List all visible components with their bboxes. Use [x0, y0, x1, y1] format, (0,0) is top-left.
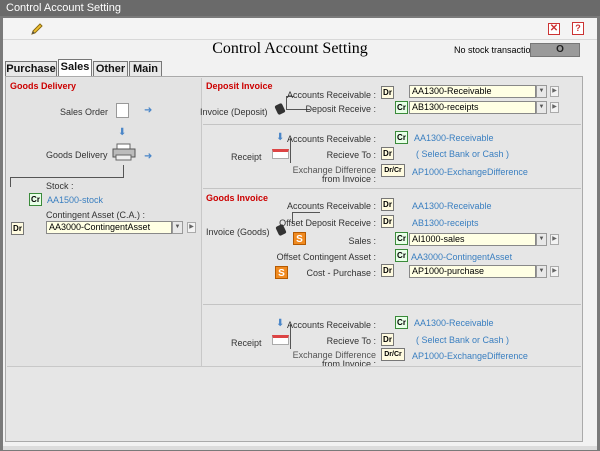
goods-receive-to-selector[interactable]: ( Select Bank or Cash ) — [416, 335, 509, 345]
tab-other[interactable]: Other — [93, 61, 128, 77]
goods-ar-dr-badge: Dr — [381, 198, 394, 211]
contingent-asset-label: Contingent Asset (C.A.) : — [46, 210, 146, 220]
deposit-receipt-ar-cr-badge: Cr — [395, 131, 408, 144]
deposit-receipt-ar-label: Accounts Receivable : — [286, 134, 376, 144]
tab-purchase[interactable]: Purchase — [5, 61, 57, 77]
sales-order-document-icon[interactable] — [116, 103, 129, 118]
receipt-card-icon[interactable] — [272, 335, 289, 345]
goods-receipt-label: Receipt — [231, 338, 262, 348]
sales-select[interactable]: AI1000-sales — [409, 233, 536, 246]
window-title: Control Account Setting — [6, 2, 121, 14]
section-divider — [203, 124, 581, 125]
no-stock-field[interactable]: O — [530, 43, 580, 57]
arrow-right-icon: ➜ — [144, 151, 153, 162]
deposit-receive-to-selector[interactable]: ( Select Bank or Cash ) — [416, 149, 509, 159]
contingent-asset-select[interactable]: AA3000-ContingentAsset — [46, 221, 172, 234]
deposit-exchange-account: AP1000-ExchangeDifference — [412, 167, 528, 177]
no-stock-label: No stock transaction — [454, 45, 536, 55]
arrow-down-icon: ⬇ — [118, 127, 127, 138]
pencil-icon[interactable] — [30, 22, 44, 36]
deposit-receipt-label: Receipt — [231, 152, 262, 162]
goods-ar-label: Accounts Receivable : — [286, 201, 376, 211]
toolbar — [3, 18, 597, 40]
s-icon[interactable]: S — [275, 266, 288, 279]
offset-contingent-label: Offset Contingent Asset : — [276, 252, 376, 262]
sales-cr-badge: Cr — [395, 232, 408, 245]
cost-purchase-select[interactable]: AP1000-purchase — [409, 265, 536, 278]
stock-cr-badge: Cr — [29, 193, 42, 206]
deposit-ar-select[interactable]: AA1300-Receivable — [409, 85, 536, 98]
connector-line — [292, 212, 320, 213]
deposit-receive-select[interactable]: AB1300-receipts — [409, 101, 536, 114]
tab-main[interactable]: Main — [129, 61, 162, 77]
goods-receive-to-label: Recieve To : — [326, 336, 376, 346]
goods-invoice-title: Goods Invoice — [206, 193, 269, 203]
chevron-down-icon[interactable]: ▼ — [536, 101, 547, 114]
section-divider — [7, 366, 581, 367]
goods-delivery-label: Goods Delivery — [46, 150, 108, 160]
arrow-right-icon: ➜ — [144, 105, 153, 116]
connector-line — [10, 177, 11, 187]
page-title: Control Account Setting — [212, 40, 368, 57]
cost-purchase-label: Cost - Purchase : — [306, 268, 376, 278]
offset-deposit-dr-badge: Dr — [381, 215, 394, 228]
chevron-down-icon[interactable]: ▼ — [536, 265, 547, 278]
deposit-ar-nav-button[interactable]: ▶ — [550, 86, 559, 97]
goods-receipt-ar-label: Accounts Receivable : — [286, 320, 376, 330]
connector-line — [123, 165, 124, 177]
deposit-invoice-title: Deposit Invoice — [206, 81, 273, 91]
invoice-deposit-label: Invoice (Deposit) — [200, 107, 268, 117]
goods-exchange-drcr-badge: Dr/Cr — [381, 348, 405, 361]
goods-delivery-title: Goods Delivery — [10, 81, 77, 91]
goods-ar-account: AA1300-Receivable — [412, 201, 492, 211]
deposit-exchange-drcr-badge: Dr/Cr — [381, 164, 405, 177]
stock-label: Stock : — [46, 181, 74, 191]
receipt-card-icon[interactable] — [272, 149, 289, 159]
deposit-receipt-ar-account: AA1300-Receivable — [414, 133, 494, 143]
cost-purchase-nav-button[interactable]: ▶ — [550, 266, 559, 277]
sales-label: Sales : — [348, 236, 376, 246]
connector-line — [10, 177, 124, 178]
window-titlebar: Control Account Setting — [0, 0, 600, 16]
close-icon[interactable]: ✕ — [548, 23, 560, 35]
stock-account: AA1500-stock — [47, 195, 104, 205]
offset-contingent-cr-badge: Cr — [395, 249, 408, 262]
sales-order-label: Sales Order — [60, 107, 109, 117]
cost-purchase-dr-badge: Dr — [381, 264, 394, 277]
deposit-receive-to-label: Recieve To : — [326, 150, 376, 160]
horizontal-scrollbar[interactable] — [3, 446, 597, 450]
section-divider — [203, 304, 581, 305]
sales-nav-button[interactable]: ▶ — [550, 234, 559, 245]
invoice-goods-label: Invoice (Goods) — [206, 227, 270, 237]
contingent-nav-button[interactable]: ▶ — [187, 222, 196, 233]
tab-sales[interactable]: Sales — [58, 59, 92, 77]
goods-receive-to-dr-badge: Dr — [381, 333, 394, 346]
goods-receipt-ar-cr-badge: Cr — [395, 316, 408, 329]
offset-contingent-account: AA3000-ContingentAsset — [411, 252, 513, 262]
chevron-down-icon[interactable]: ▼ — [172, 221, 183, 234]
deposit-receive-cr-badge: Cr — [395, 101, 408, 114]
printer-icon[interactable] — [112, 143, 136, 161]
deposit-exchange-label-2: from Invoice : — [321, 174, 376, 184]
deposit-receive-nav-button[interactable]: ▶ — [550, 102, 559, 113]
chevron-down-icon[interactable]: ▼ — [536, 85, 547, 98]
goods-exchange-label-2: from Invoice : — [321, 359, 376, 369]
section-divider — [203, 188, 581, 189]
chevron-down-icon[interactable]: ▼ — [536, 233, 547, 246]
offset-deposit-label: Offset Deposit Receive : — [279, 218, 376, 228]
contingent-dr-badge: Dr — [11, 222, 24, 235]
deposit-ar-label: Accounts Receivable : — [286, 90, 376, 100]
deposit-receive-to-dr-badge: Dr — [381, 147, 394, 160]
help-icon[interactable]: ? — [572, 22, 584, 35]
goods-receipt-ar-account: AA1300-Receivable — [414, 318, 494, 328]
deposit-ar-dr-badge: Dr — [381, 86, 394, 99]
deposit-receive-label: Deposit Receive : — [305, 104, 376, 114]
offset-deposit-account: AB1300-receipts — [412, 218, 479, 228]
goods-exchange-account: AP1000-ExchangeDifference — [412, 351, 528, 361]
